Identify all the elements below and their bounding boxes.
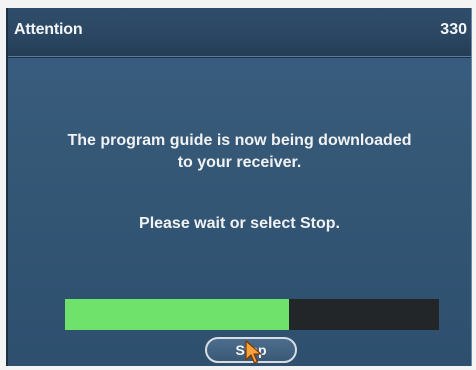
attention-dialog: Attention 330 The program guide is now b… [6,8,472,366]
dialog-title: Attention [14,21,83,38]
progress-fill [65,299,290,330]
screen-frame: Attention 330 The program guide is now b… [0,0,476,370]
download-progress-bar [65,299,439,330]
dialog-prompt: Please wait or select Stop. [139,215,340,232]
dialog-titlebar: Attention 330 [8,8,471,57]
dialog-code: 330 [440,21,467,38]
dialog-message: The program guide is now being downloade… [8,130,471,174]
message-line: to your receiver. [177,154,302,171]
message-line: The program guide is now being downloade… [67,132,412,149]
mouse-pointer-icon [245,340,262,364]
